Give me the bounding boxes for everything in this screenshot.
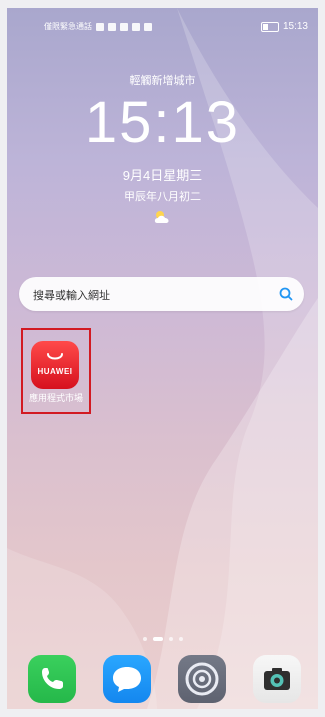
notification-icon	[144, 22, 152, 31]
search-placeholder: 搜尋或輸入網址	[33, 290, 110, 302]
add-city-link[interactable]: 輕觸新增城市	[7, 72, 318, 88]
search-icon[interactable]	[278, 286, 294, 302]
search-bar[interactable]: 搜尋或輸入網址	[19, 277, 304, 311]
camera-icon	[264, 668, 290, 690]
page-indicator[interactable]	[7, 637, 318, 641]
date: 9月4日星期三	[122, 168, 203, 183]
message-icon	[113, 667, 141, 692]
app-label: 應用程式市場	[28, 393, 83, 403]
signal-icon	[96, 22, 104, 31]
messages-app-icon[interactable]	[103, 655, 151, 703]
shopping-bag-icon	[47, 353, 63, 360]
warning-icon	[108, 22, 116, 31]
page-dot[interactable]	[168, 637, 173, 641]
clock[interactable]: 15:13	[7, 89, 318, 156]
partly-cloudy-icon[interactable]	[152, 209, 174, 225]
page-dot-active[interactable]	[152, 637, 163, 641]
nfc-icon	[132, 22, 140, 31]
page-dot[interactable]	[142, 637, 147, 641]
phone-icon	[42, 668, 63, 689]
settings-app-icon[interactable]	[178, 655, 226, 703]
wifi-icon	[120, 22, 128, 31]
camera-app-icon[interactable]	[253, 655, 301, 703]
status-left: 僅限緊急通話	[44, 21, 152, 32]
app-gallery-shortcut[interactable]: HUAWEI 應用程式市場	[21, 328, 93, 416]
settings-gear-icon	[185, 662, 219, 696]
app-icon-text: HUAWEI	[37, 367, 73, 376]
page-dot[interactable]	[178, 637, 183, 641]
status-right: 15:13	[260, 21, 308, 32]
emergency-calls-label: 僅限緊急通話	[44, 22, 92, 31]
battery-icon	[260, 21, 279, 32]
status-time: 15:13	[282, 21, 308, 32]
home-screen: 僅限緊急通話 15:13 輕觸新增城市 15:13 9月4日星期三 甲辰年八月初…	[7, 8, 318, 709]
status-bar: 僅限緊急通話 15:13	[7, 8, 318, 36]
huawei-appgallery-icon[interactable]: HUAWEI	[31, 341, 79, 389]
phone-app-icon[interactable]	[28, 655, 76, 703]
lunar-date: 甲辰年八月初二	[124, 191, 201, 203]
